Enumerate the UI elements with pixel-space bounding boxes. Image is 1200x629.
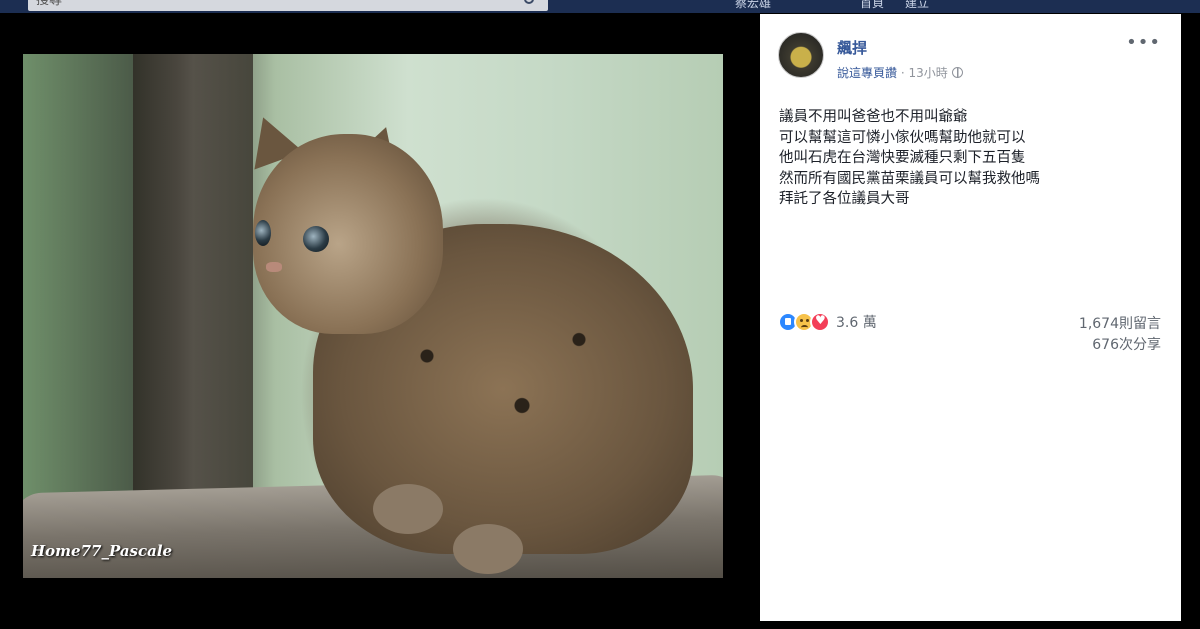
post-text-line: 他叫石虎在台灣快要滅種只剩下五百隻 (779, 150, 1026, 166)
nav-item-home[interactable]: 首頁 (860, 0, 884, 11)
engagement-counts: 1,674則留言 676次分享 (1079, 314, 1161, 356)
search-placeholder: 搜尋 (36, 0, 63, 8)
background-tree-trunk (133, 54, 253, 514)
author-avatar[interactable] (778, 32, 824, 78)
nav-item-create[interactable]: 建立 (905, 0, 929, 11)
more-options-icon[interactable]: ••• (1126, 34, 1161, 52)
leopard-cat-head (253, 134, 443, 334)
post-timestamp[interactable]: 13小時 (908, 66, 947, 80)
photo-watermark: Home77_Pascale (31, 542, 173, 560)
leopard-cat-eye-left (255, 220, 271, 246)
post-text-line: 議員不用叫爸爸也不用叫爺爺 (779, 109, 968, 125)
post-text: 議員不用叫爸爸也不用叫爺爺 可以幫幫這可憐小傢伙嗎幫助他就可以 他叫石虎在台灣快… (779, 107, 1159, 210)
comment-count[interactable]: 1,674則留言 (1079, 314, 1161, 335)
post-photo[interactable]: Home77_Pascale (23, 54, 723, 578)
top-navigation-bar: 搜尋 蔡宏雄 首頁 建立 (0, 0, 1200, 13)
nav-item-profile[interactable]: 蔡宏雄 (735, 0, 771, 11)
share-count[interactable]: 676次分享 (1079, 335, 1161, 356)
leopard-cat-nose (266, 262, 282, 272)
leopard-cat-eye-right (303, 226, 329, 252)
leopard-cat-paw (453, 524, 523, 574)
globe-icon (951, 67, 963, 78)
post-text-line: 拜託了各位議員大哥 (779, 191, 910, 207)
post-panel: 飆捍 說這專頁讚 · 13小時 ••• 議員不用叫爸爸也不用叫爺爺 可以幫幫這可… (760, 14, 1181, 621)
post-text-line: 然而所有國民黨苗栗議員可以幫我救他嗎 (779, 170, 1040, 187)
leopard-cat-paw (373, 484, 443, 534)
post-meta: 說這專頁讚 · 13小時 (837, 64, 963, 81)
reactions-summary[interactable]: 3.6 萬 (778, 312, 877, 332)
post-text-line: 可以幫幫這可憐小傢伙嗎幫助他就可以 (779, 129, 1026, 146)
meta-separator: · (897, 66, 909, 80)
author-name[interactable]: 飆捍 (837, 37, 867, 58)
search-input[interactable]: 搜尋 (28, 0, 548, 11)
page-like-link[interactable]: 說這專頁讚 (837, 66, 897, 80)
search-icon[interactable] (524, 0, 534, 4)
love-icon (810, 312, 830, 332)
reaction-count: 3.6 萬 (836, 315, 877, 331)
